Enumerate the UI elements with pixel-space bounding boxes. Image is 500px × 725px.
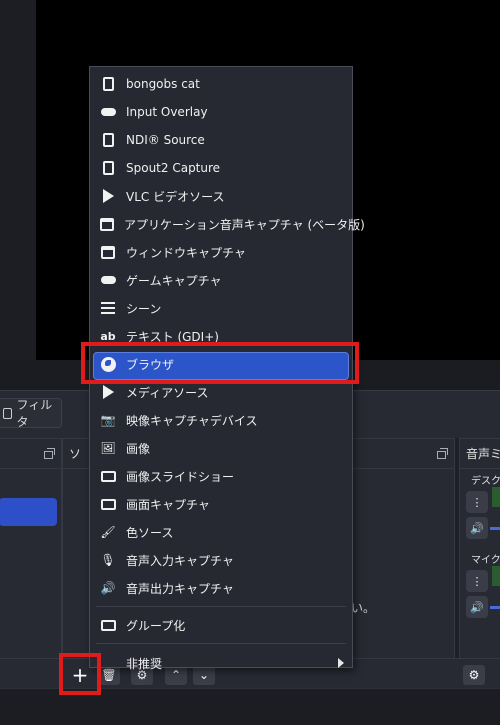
monitor-icon bbox=[100, 496, 116, 512]
submenu-arrow-icon bbox=[338, 658, 344, 668]
list-icon bbox=[100, 300, 116, 316]
menu-item-video-capture-device[interactable]: 📷 映像キャプチャデバイス bbox=[90, 406, 352, 434]
play-icon bbox=[100, 188, 116, 204]
preview-side-panel bbox=[0, 0, 36, 360]
slideshow-icon bbox=[100, 468, 116, 484]
volume-meter bbox=[492, 566, 500, 586]
menu-item-app-audio-capture[interactable]: アプリケーション音声キャプチャ (ベータ版) bbox=[90, 210, 365, 238]
menu-item-spout2-capture[interactable]: Spout2 Capture bbox=[90, 154, 352, 182]
play-icon bbox=[100, 384, 116, 400]
menu-item-deprecated[interactable]: 非推奨 bbox=[90, 648, 352, 678]
microphone-icon: 🎙 bbox=[100, 553, 116, 567]
mixer-menu-button[interactable]: ⋮ bbox=[466, 491, 488, 513]
speaker-icon: 🔊 bbox=[100, 581, 116, 595]
scene-item-selected[interactable] bbox=[0, 498, 57, 526]
sources-empty-hint: い。 bbox=[351, 601, 376, 615]
menu-item-input-overlay[interactable]: Input Overlay bbox=[90, 98, 352, 126]
volume-slider[interactable] bbox=[490, 606, 500, 609]
menu-item-group[interactable]: グループ化 bbox=[90, 611, 352, 639]
scenes-dock bbox=[0, 438, 62, 688]
image-icon: 🖼 bbox=[100, 441, 116, 455]
mixer-track-label: マイク bbox=[471, 555, 500, 566]
mixer-settings-icon[interactable]: ⚙ bbox=[463, 665, 485, 685]
menu-item-bongobs-cat[interactable]: bongobs cat bbox=[90, 70, 352, 98]
menu-separator bbox=[96, 606, 346, 607]
speaker-mute-icon[interactable]: 🔊 bbox=[466, 596, 488, 618]
menu-item-color-source[interactable]: 🖌 色ソース bbox=[90, 518, 352, 546]
menu-separator bbox=[96, 643, 346, 644]
speaker-mute-icon[interactable]: 🔊 bbox=[466, 517, 488, 539]
file-icon bbox=[100, 76, 116, 92]
menu-item-game-capture[interactable]: ゲームキャプチャ bbox=[90, 266, 352, 294]
audio-mixer-dock: 音声ミ デスクト ⋮ 🔊 マイク ⋮ 🔊 bbox=[459, 438, 500, 688]
scenes-dock-header bbox=[0, 439, 61, 469]
volume-meter bbox=[492, 487, 500, 507]
mixer-dock-header: 音声ミ bbox=[460, 439, 500, 469]
gamepad-icon bbox=[100, 272, 116, 288]
window-icon bbox=[100, 244, 116, 260]
menu-item-audio-input-capture[interactable]: 🎙 音声入力キャプチャ bbox=[90, 546, 352, 574]
gamepad-icon bbox=[100, 104, 116, 120]
app-audio-icon bbox=[100, 216, 114, 232]
menu-item-display-capture[interactable]: 画面キャプチャ bbox=[90, 490, 352, 518]
highlight-box-add-button bbox=[59, 653, 101, 695]
menu-item-ndi-source[interactable]: NDI® Source bbox=[90, 126, 352, 154]
mixer-dock-title: 音声ミ bbox=[466, 447, 500, 461]
menu-item-audio-output-capture[interactable]: 🔊 音声出力キャプチャ bbox=[90, 574, 352, 602]
brush-icon: 🖌 bbox=[100, 525, 116, 539]
highlight-box-browser bbox=[81, 342, 359, 384]
filter-label: フィルタ bbox=[16, 398, 53, 429]
volume-slider[interactable] bbox=[490, 527, 500, 530]
file-icon bbox=[100, 132, 116, 148]
menu-item-image[interactable]: 🖼 画像 bbox=[90, 434, 352, 462]
filter-button[interactable]: フィルタ bbox=[0, 398, 62, 429]
file-icon bbox=[100, 160, 116, 176]
folder-icon bbox=[100, 617, 116, 633]
undock-icon[interactable] bbox=[44, 448, 55, 459]
menu-item-vlc-video-source[interactable]: VLC ビデオソース bbox=[90, 182, 352, 210]
mixer-menu-button[interactable]: ⋮ bbox=[466, 570, 488, 592]
undock-icon[interactable] bbox=[437, 448, 448, 459]
menu-item-scene[interactable]: シーン bbox=[90, 294, 352, 322]
menu-item-window-capture[interactable]: ウィンドウキャプチャ bbox=[90, 238, 352, 266]
filter-icon bbox=[3, 407, 13, 419]
menu-item-image-slideshow[interactable]: 画像スライドショー bbox=[90, 462, 352, 490]
camera-icon: 📷 bbox=[100, 413, 116, 427]
sources-dock-title: ソ bbox=[69, 447, 82, 461]
mixer-track-label: デスクト bbox=[471, 476, 500, 487]
